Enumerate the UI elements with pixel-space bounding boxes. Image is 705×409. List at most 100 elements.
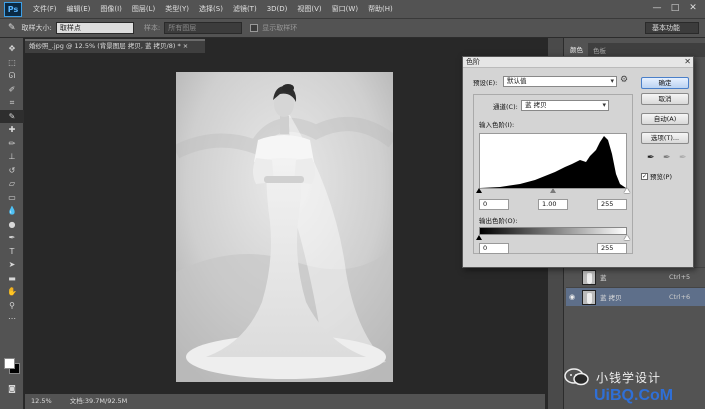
preview-checkbox-row[interactable]: ✓ 预览(P) [641, 171, 672, 181]
menu-file[interactable]: 文件(F) [28, 4, 62, 14]
tools-panel: ✥ ⬚ ᘏ ✐ ⌗ ✎ ✚ ✏ ⊥ ↺ ▱ ▭ 💧 ● ✒ T ➤ ▬ ✋ ⚲ … [0, 38, 24, 409]
preset-label: 预设(E): [473, 79, 498, 87]
eye-icon[interactable]: ◉ [566, 293, 578, 301]
document-info[interactable]: 文档:39.7M/92.5M [70, 397, 128, 405]
menu-view[interactable]: 视图(V) [292, 4, 326, 14]
menu-image[interactable]: 图像(I) [95, 4, 127, 14]
shape-tool-icon[interactable]: ▬ [0, 272, 24, 286]
zoom-level[interactable]: 12.5% [31, 397, 52, 405]
black-eyedropper-icon[interactable]: ✒ [647, 153, 655, 163]
sample-size-label: 取样大小: [21, 24, 52, 32]
quick-mask-icon[interactable]: ◙ [0, 382, 24, 396]
photoshop-logo: Ps [4, 1, 22, 17]
zoom-tool-icon[interactable]: ⚲ [0, 299, 24, 313]
dodge-tool-icon[interactable]: ● [0, 218, 24, 232]
preset-select[interactable]: 默认值 [503, 76, 617, 87]
input-black-field[interactable]: 0 [479, 199, 509, 210]
watermark: 小钱学设计 UiBQ.CoM [560, 367, 705, 409]
output-black-field[interactable]: 0 [479, 243, 509, 254]
menu-window[interactable]: 窗口(W) [327, 4, 363, 14]
sample-label: 样本: [143, 24, 161, 32]
workspace-select[interactable]: 基本功能 [645, 22, 699, 34]
options-bar: ✎ 取样大小: 取样点 样本: 所有图层 显示取样环 基本功能 [0, 19, 705, 38]
eyedropper-tool-icon[interactable]: ✎ [8, 23, 16, 33]
preview-label: 预览(P) [650, 173, 672, 181]
preset-options-gear-icon[interactable]: ⚙ [620, 75, 628, 85]
layer-thumbnail [582, 289, 596, 305]
gamma-handle[interactable] [550, 188, 556, 193]
output-black-handle[interactable] [476, 235, 482, 240]
window-controls: — □ ✕ [649, 2, 701, 15]
quick-select-tool-icon[interactable]: ✐ [0, 83, 24, 97]
menu-edit[interactable]: 编辑(E) [62, 4, 96, 14]
show-ring-checkbox[interactable] [250, 24, 259, 32]
marquee-tool-icon[interactable]: ⬚ [0, 56, 24, 70]
input-white-field[interactable]: 255 [597, 199, 627, 210]
dialog-close-button[interactable]: ✕ [684, 57, 691, 66]
type-tool-icon[interactable]: T [0, 245, 24, 259]
dialog-title: 色阶 [463, 57, 693, 68]
menu-select[interactable]: 选择(S) [194, 4, 228, 14]
menu-bar: Ps 文件(F) 编辑(E) 图像(I) 图层(L) 类型(Y) 选择(S) 滤… [0, 0, 705, 19]
path-select-tool-icon[interactable]: ➤ [0, 258, 24, 272]
input-gamma-field[interactable]: 1.00 [538, 199, 568, 210]
move-tool-icon[interactable]: ✥ [0, 42, 24, 56]
gradient-tool-icon[interactable]: ▭ [0, 191, 24, 205]
white-point-handle[interactable] [624, 188, 630, 193]
show-ring-label: 显示取样环 [262, 24, 298, 32]
output-white-field[interactable]: 255 [597, 243, 627, 254]
layer-name: 蓝 拷贝 [600, 294, 622, 302]
layer-row[interactable]: 蓝 Ctrl+5 [566, 267, 705, 286]
input-levels-slider[interactable] [476, 188, 630, 195]
layer-row[interactable]: ◉ 蓝 拷贝 Ctrl+6 [566, 287, 705, 306]
close-window-button[interactable]: ✕ [685, 2, 701, 15]
wechat-logo-icon [564, 368, 589, 386]
hand-tool-icon[interactable]: ✋ [0, 285, 24, 299]
watermark-text: 小钱学设计 [596, 371, 662, 385]
preview-checkbox[interactable]: ✓ [641, 172, 648, 180]
output-levels-slider[interactable] [476, 235, 630, 242]
bride-photo-image [176, 72, 393, 382]
blur-tool-icon[interactable]: 💧 [0, 204, 24, 218]
ok-button[interactable]: 确定 [641, 77, 689, 89]
menu-filter[interactable]: 滤镜(T) [228, 4, 262, 14]
menu-3d[interactable]: 3D(D) [262, 5, 293, 13]
tab-color[interactable]: 颜色 [565, 43, 588, 57]
input-levels-label: 输入色阶(I): [479, 121, 515, 129]
clone-stamp-tool-icon[interactable]: ⊥ [0, 150, 24, 164]
histogram [479, 133, 627, 189]
tab-swatches[interactable]: 色板 [588, 45, 611, 55]
brush-tool-icon[interactable]: ✏ [0, 137, 24, 151]
output-white-handle[interactable] [624, 235, 630, 240]
foreground-color-swatch[interactable] [4, 358, 15, 369]
edit-toolbar-icon[interactable]: ⋯ [0, 312, 24, 326]
layer-shortcut: Ctrl+5 [669, 273, 691, 281]
history-brush-tool-icon[interactable]: ↺ [0, 164, 24, 178]
cancel-button[interactable]: 取消 [641, 93, 689, 105]
pen-tool-icon[interactable]: ✒ [0, 231, 24, 245]
sample-size-select[interactable]: 取样点 [55, 22, 134, 34]
maximize-button[interactable]: □ [667, 2, 683, 15]
options-button[interactable]: 选项(T)... [641, 132, 689, 144]
photo-canvas[interactable] [176, 72, 393, 382]
white-eyedropper-icon[interactable]: ✒ [679, 153, 687, 163]
eraser-tool-icon[interactable]: ▱ [0, 177, 24, 191]
eyedropper-tool-icon[interactable]: ✎ [0, 109, 24, 123]
menu-layer[interactable]: 图层(L) [127, 4, 160, 14]
menu-type[interactable]: 类型(Y) [160, 4, 194, 14]
minimize-button[interactable]: — [649, 2, 665, 15]
black-point-handle[interactable] [476, 188, 482, 193]
layer-shortcut: Ctrl+6 [669, 293, 691, 301]
healing-brush-tool-icon[interactable]: ✚ [0, 123, 24, 137]
layer-name: 蓝 [600, 274, 607, 282]
gray-eyedropper-icon[interactable]: ✒ [663, 153, 671, 163]
channel-select[interactable]: 蓝 拷贝 [521, 100, 609, 111]
output-gradient [479, 227, 627, 235]
document-tab[interactable]: 婚纱照_.jpg @ 12.5% (背景图层 拷贝, 蓝 拷贝/8) * × [25, 39, 205, 53]
output-levels-label: 输出色阶(O): [479, 217, 518, 225]
auto-button[interactable]: 自动(A) [641, 113, 689, 125]
sample-select[interactable]: 所有图层 [164, 22, 243, 34]
lasso-tool-icon[interactable]: ᘏ [0, 69, 24, 83]
crop-tool-icon[interactable]: ⌗ [0, 96, 24, 110]
menu-help[interactable]: 帮助(H) [363, 4, 398, 14]
